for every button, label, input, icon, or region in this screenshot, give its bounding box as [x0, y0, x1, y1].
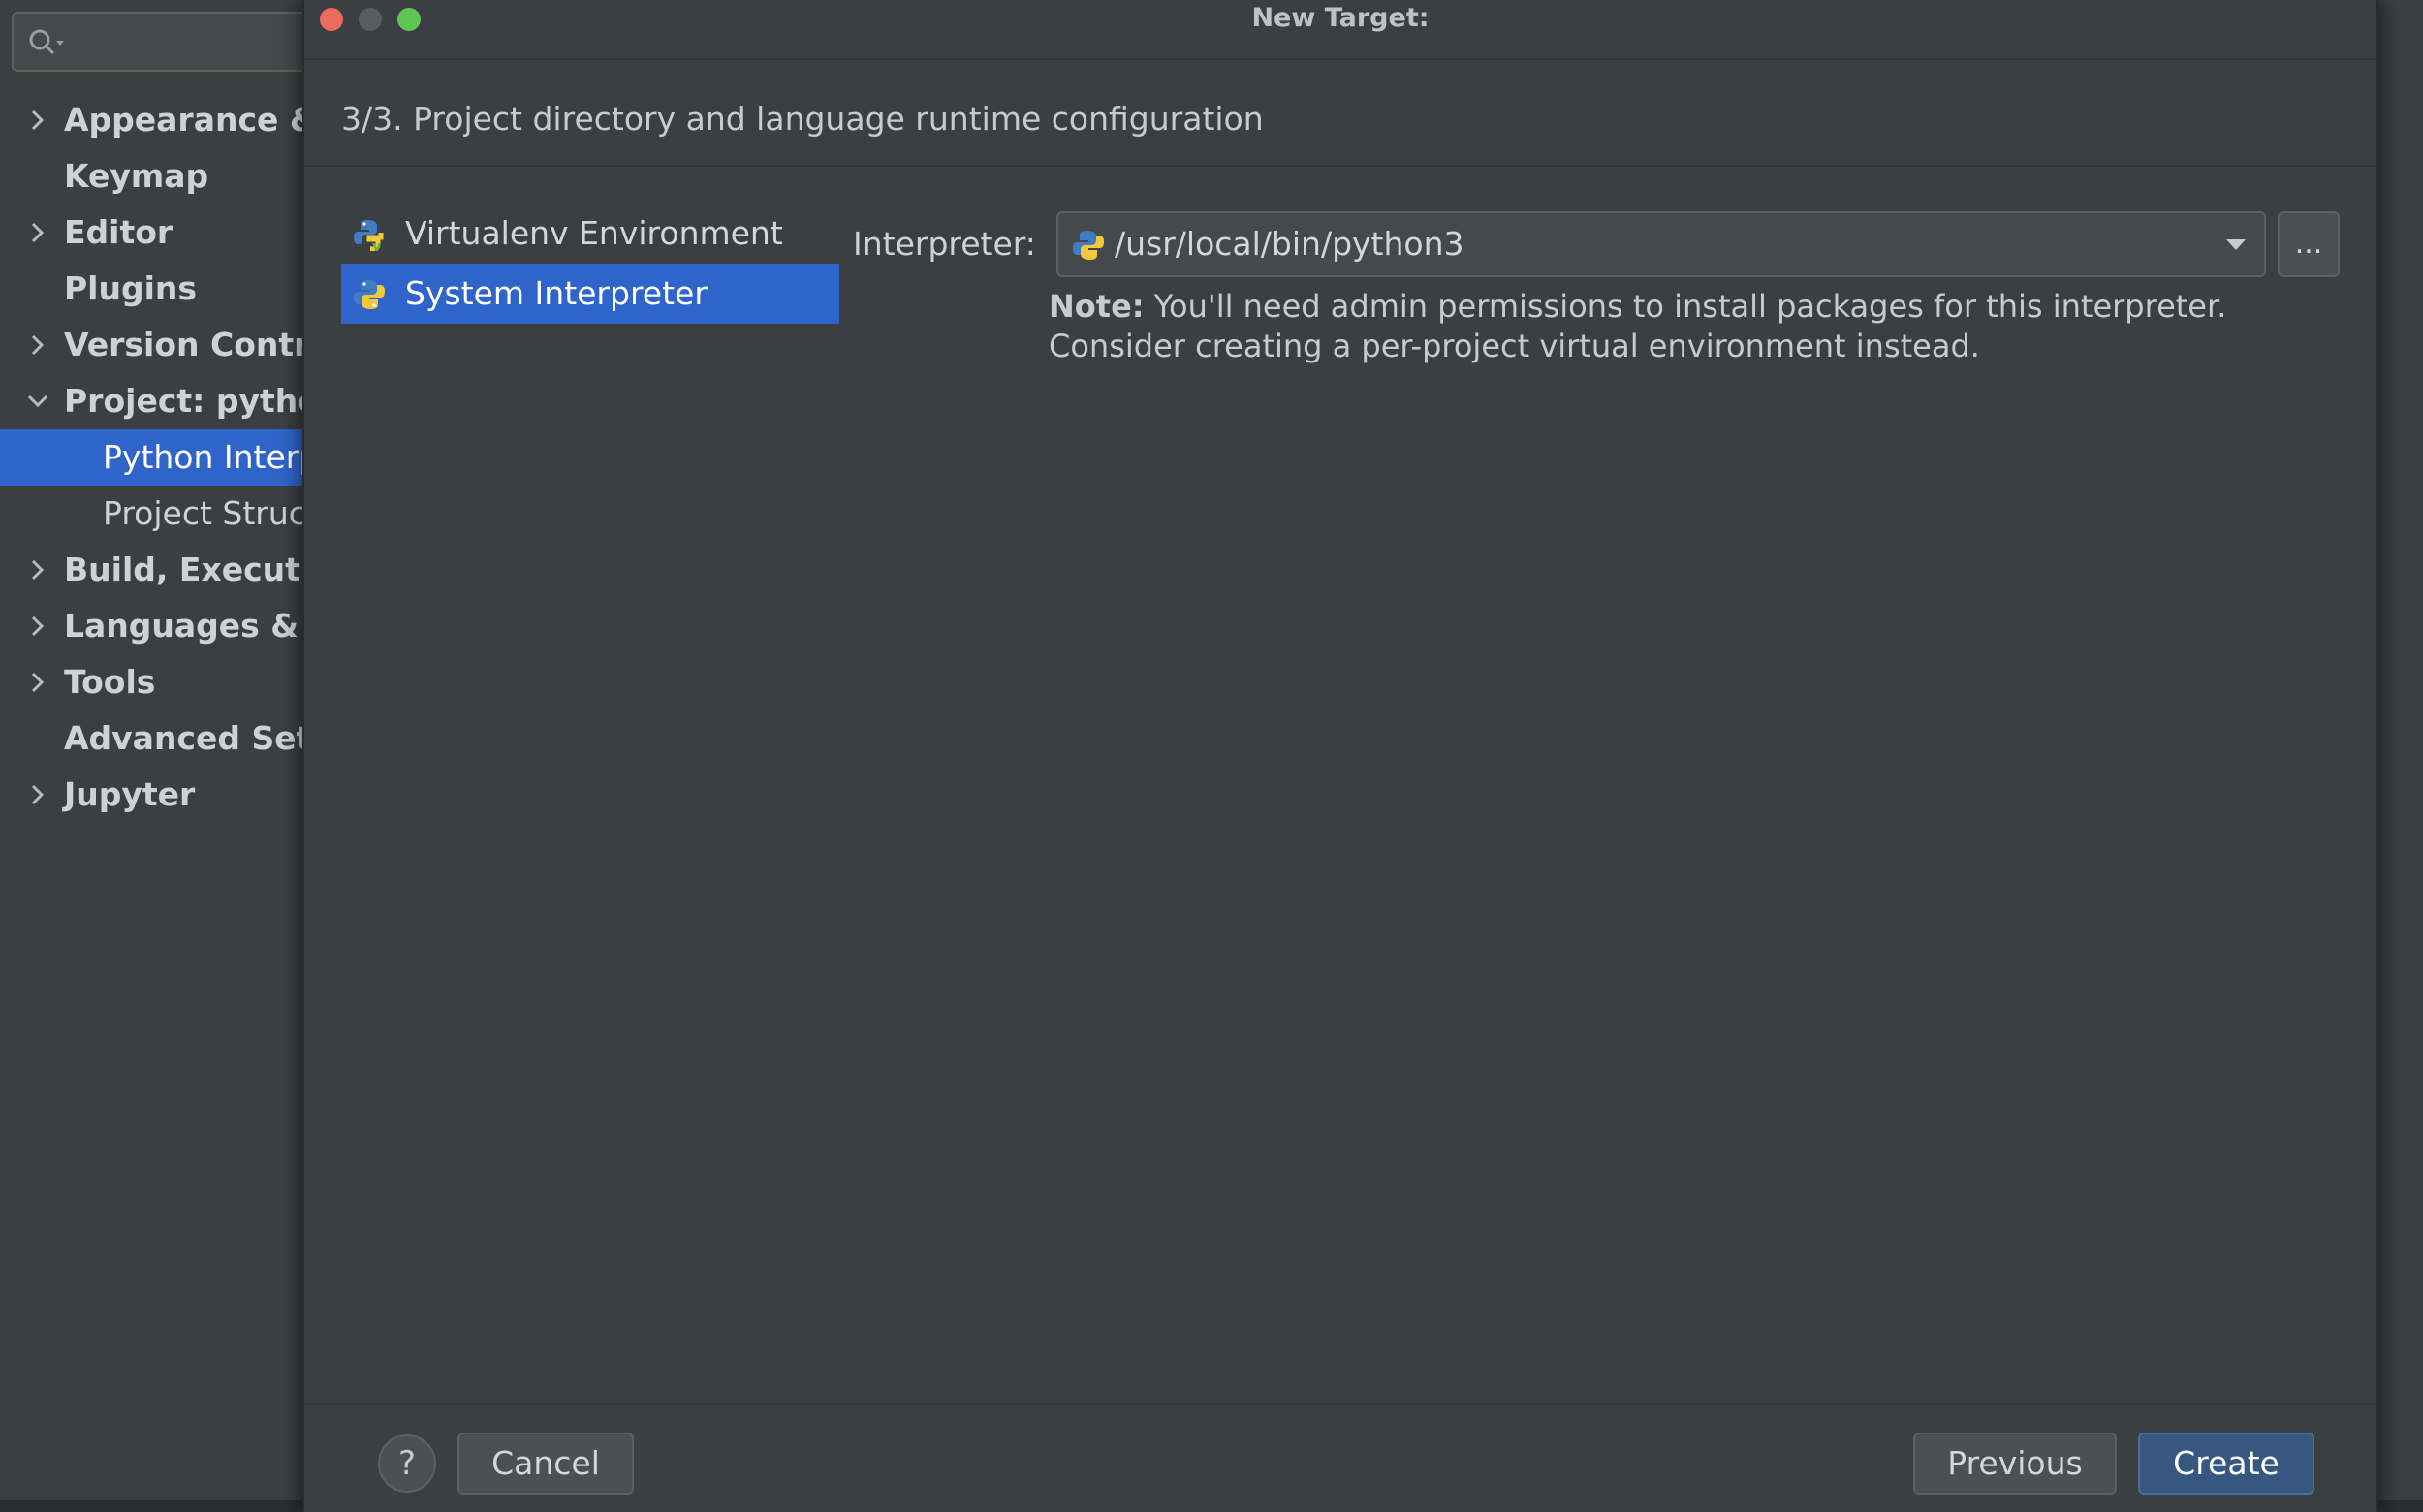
- sidebar-item-label: Tools: [64, 663, 156, 701]
- env-item-virtualenv[interactable]: v Virtualenv Environment: [341, 204, 839, 264]
- sidebar-item-label: Appearance & Behavior: [64, 101, 310, 139]
- sidebar-item-python-interpreter[interactable]: Python Interpreter: [0, 429, 310, 486]
- python-icon: [1073, 231, 1104, 260]
- chevron-right-icon: [31, 615, 45, 637]
- sidebar-item-label: Python Interpreter: [103, 438, 310, 476]
- interpreter-value: /usr/local/bin/python3: [1115, 225, 1464, 263]
- env-item-label: System Interpreter: [405, 274, 708, 312]
- chevron-right-icon: [31, 784, 45, 805]
- sidebar-item-label: Advanced Settings: [64, 719, 310, 757]
- chevron-down-icon: [27, 394, 48, 408]
- sidebar-item-appearance[interactable]: Appearance & Behavior: [0, 92, 310, 148]
- env-item-label: Virtualenv Environment: [405, 214, 783, 252]
- note-bold-label: Note:: [1049, 288, 1145, 325]
- python-virtualenv-icon: v: [354, 220, 384, 251]
- new-target-dialog: New Target: 3/3. Project directory and l…: [302, 0, 2378, 1512]
- sidebar-item-project-structure[interactable]: Project Structure: [0, 486, 310, 542]
- sidebar-item-project[interactable]: Project: python: [0, 373, 310, 429]
- sidebar-item-editor[interactable]: Editor: [0, 205, 310, 261]
- dialog-footer: ? Cancel Previous Create: [304, 1403, 2376, 1512]
- sidebar-item-label: Keymap: [64, 157, 209, 195]
- step-header-text: 3/3. Project directory and language runt…: [341, 100, 1264, 138]
- chevron-down-icon: [2226, 239, 2246, 250]
- step-header: 3/3. Project directory and language runt…: [304, 60, 2376, 167]
- sidebar-item-languages[interactable]: Languages & Frameworks: [0, 598, 310, 654]
- sidebar-item-label: Languages & Frameworks: [64, 607, 310, 645]
- sidebar-item-label: Project: python: [64, 382, 310, 420]
- python-icon: [354, 280, 385, 309]
- cancel-button[interactable]: Cancel: [457, 1433, 634, 1495]
- create-button[interactable]: Create: [2138, 1433, 2314, 1495]
- search-icon: [29, 29, 64, 55]
- chevron-right-icon: [31, 110, 45, 131]
- chevron-right-icon: [31, 559, 45, 581]
- sidebar-item-label: Project Structure: [103, 494, 310, 532]
- sidebar-item-label: Plugins: [64, 269, 198, 307]
- sidebar-item-advanced-settings[interactable]: Advanced Settings: [0, 710, 310, 767]
- admin-permissions-note: Note: You'll need admin permissions to i…: [1049, 287, 2347, 366]
- sidebar-item-version-control[interactable]: Version Control: [0, 317, 310, 373]
- sidebar-item-label: Editor: [64, 213, 173, 251]
- settings-content-edge: [2376, 0, 2423, 1512]
- previous-button[interactable]: Previous: [1913, 1433, 2117, 1495]
- chevron-right-icon: [31, 222, 45, 243]
- sidebar-item-build[interactable]: Build, Execution, Deployment: [0, 542, 310, 598]
- sidebar-item-jupyter[interactable]: Jupyter: [0, 767, 310, 823]
- help-button[interactable]: ?: [378, 1434, 436, 1493]
- sidebar-item-label: Jupyter: [64, 775, 196, 813]
- note-text: You'll need admin permissions to install…: [1049, 288, 2227, 364]
- sidebar-item-label: Build, Execution, Deployment: [64, 551, 310, 588]
- sidebar-item-plugins[interactable]: Plugins: [0, 261, 310, 317]
- env-item-system-interpreter[interactable]: System Interpreter: [341, 264, 839, 324]
- interpreter-dropdown[interactable]: /usr/local/bin/python3: [1056, 211, 2266, 277]
- dialog-title: New Target:: [1251, 3, 1430, 33]
- sidebar-item-label: Version Control: [64, 326, 310, 363]
- environment-list: v Virtualenv Environment System Interpre…: [341, 204, 839, 324]
- browse-interpreter-button[interactable]: ...: [2278, 211, 2340, 277]
- interpreter-label: Interpreter:: [853, 225, 1036, 263]
- dialog-titlebar: New Target:: [304, 0, 2376, 60]
- settings-sidebar: Appearance & Behavior Keymap Editor Plug…: [0, 0, 331, 1512]
- svg-text:v: v: [372, 239, 381, 251]
- settings-search-input[interactable]: [12, 12, 331, 72]
- sidebar-item-keymap[interactable]: Keymap: [0, 148, 310, 205]
- chevron-right-icon: [31, 672, 45, 693]
- sidebar-item-tools[interactable]: Tools: [0, 654, 310, 710]
- chevron-right-icon: [31, 334, 45, 356]
